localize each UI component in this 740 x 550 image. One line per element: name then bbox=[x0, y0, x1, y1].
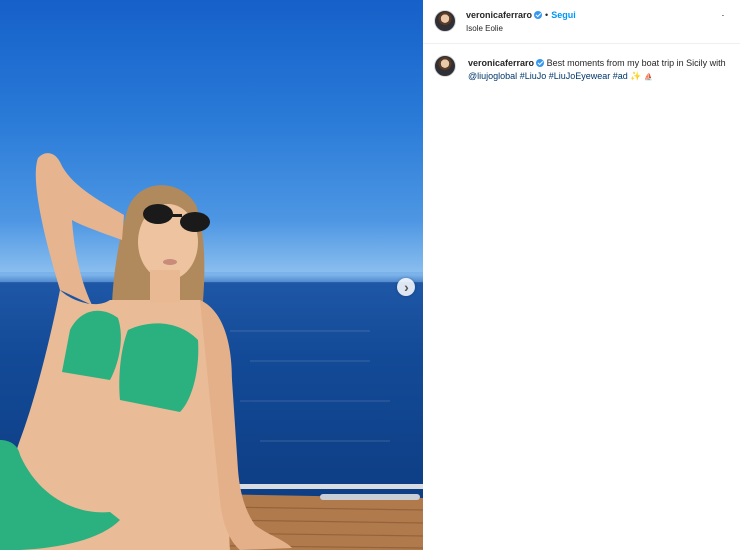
verified-badge-icon bbox=[536, 59, 545, 67]
post-caption: veronicaferraro Best moments from my boa… bbox=[468, 57, 736, 84]
hashtag-link[interactable]: #ad bbox=[613, 71, 628, 81]
header-user-line: veronicaferraro • Segui bbox=[466, 10, 576, 20]
post-media[interactable]: › bbox=[0, 0, 423, 550]
sailboat-icon: ⛵ bbox=[644, 74, 653, 81]
chevron-right-icon: › bbox=[404, 279, 409, 295]
separator-dot: • bbox=[545, 10, 549, 20]
hashtag-link[interactable]: #LiuJo bbox=[520, 71, 547, 81]
avatar[interactable] bbox=[434, 10, 456, 32]
post-header: veronicaferraro • Segui Isole Eolie ⋅ bbox=[423, 0, 740, 44]
follow-button[interactable]: Segui bbox=[551, 10, 576, 20]
location-link[interactable]: Isole Eolie bbox=[466, 24, 503, 33]
more-options-icon[interactable]: ⋅ bbox=[716, 12, 730, 22]
caption-avatar[interactable] bbox=[434, 55, 456, 77]
mention-link[interactable]: @liujoglobal bbox=[468, 71, 517, 81]
post-sidebar: veronicaferraro • Segui Isole Eolie ⋅ vero… bbox=[423, 0, 740, 550]
next-image-button[interactable]: › bbox=[397, 278, 415, 296]
caption-username-link[interactable]: veronicaferraro bbox=[468, 58, 534, 68]
hashtag-link[interactable]: #LiuJoEyewear bbox=[549, 71, 611, 81]
post-photo bbox=[0, 153, 423, 550]
sparkles-icon: ✨ bbox=[630, 71, 642, 81]
verified-badge-icon bbox=[534, 11, 543, 19]
username-link[interactable]: veronicaferraro bbox=[466, 10, 532, 20]
caption-text: Best moments from my boat trip in Sicily… bbox=[546, 58, 726, 68]
